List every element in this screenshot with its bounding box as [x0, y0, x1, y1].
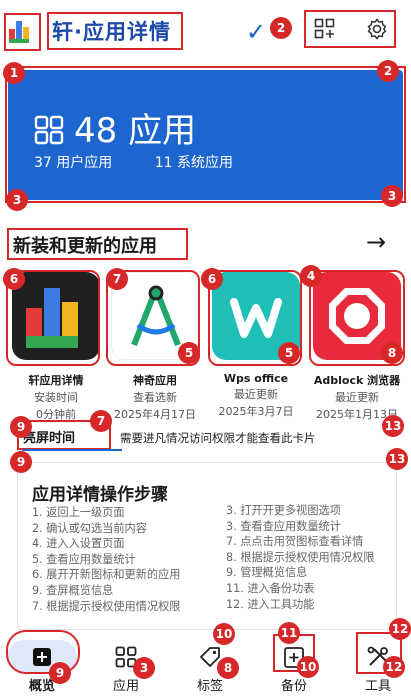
annotation-badge: 2 [270, 17, 292, 39]
system-apps-count: 11 系统应用 [154, 155, 233, 171]
annotation-frame [304, 10, 396, 48]
app-status: 安装时间 [34, 391, 78, 404]
annotation-badge: 11 [278, 622, 300, 644]
step-item: 9. 管理概览信息 [226, 566, 308, 580]
tab-label: 应用 [112, 679, 139, 694]
app-name: Adblock 浏览器 [313, 374, 401, 387]
app-status: 最近更新 [335, 391, 379, 404]
annotation-badge: 5 [178, 342, 200, 364]
annotation-badge: 9 [49, 662, 71, 684]
annotation-badge: 10 [297, 656, 319, 678]
step-item: 4. 进入入设置页面 [32, 537, 125, 551]
annotation-frame [7, 228, 188, 260]
permission-note: 需要进凡情况访问权限才能查看此卡片 [120, 431, 316, 445]
annotation-badge: 1 [3, 62, 25, 84]
steps-left-column: 1. 返回上一级页面 2. 确认或勾选当前内容 4. 进入入设置页面 5. 查看… [32, 505, 180, 614]
step-item: 3. 查看查应用数量统计 [226, 519, 341, 533]
step-item: 1. 返回上一级页面 [32, 506, 125, 519]
step-item: 11. 进入备份功表 [226, 581, 315, 595]
annotation-badge: 13 [386, 448, 408, 470]
annotation-badge: 2 [377, 60, 399, 82]
app-time: 2025年4月17日 [114, 408, 196, 421]
apps-count-text: 48 应用 [74, 111, 197, 151]
annotation-badge: 9 [10, 451, 32, 473]
step-item: 8. 根据提示授权使用情况权限 [226, 550, 375, 564]
annotation-badge: 5 [278, 342, 300, 364]
arrow-right-icon[interactable]: → [366, 228, 386, 256]
app-name: 神奇应用 [133, 374, 177, 387]
annotation-badge: 3 [133, 657, 155, 679]
annotation-badge: 6 [3, 268, 25, 290]
user-apps-count: 37 用户应用 [34, 155, 113, 171]
app-time: 2025年3月7日 [218, 405, 294, 418]
steps-title: 应用详情操作步骤 [32, 485, 168, 505]
app-status: 查看选新 [133, 391, 177, 404]
apps-count: 48 应用 [34, 103, 196, 152]
annotation-badge: 4 [300, 265, 322, 287]
tab-label: 标签 [196, 679, 223, 694]
annotation-frame [47, 12, 183, 50]
annotation-badge: 3 [6, 189, 28, 211]
annotation-frame [4, 13, 41, 51]
step-item: 12. 进入工具功能 [226, 597, 315, 611]
annotation-badge: 9 [10, 416, 32, 438]
tab-label: 备份 [280, 679, 307, 694]
annotation-badge: 12 [389, 618, 411, 640]
tab-label: 概览 [28, 679, 55, 694]
apps-breakdown: 37 用户应用 11 系统应用 [34, 152, 271, 172]
annotation-badge: 12 [383, 656, 405, 678]
annotation-badge: 13 [382, 415, 404, 437]
step-item: 7. 根据提示授权使用情况权限 [32, 599, 181, 613]
check-icon[interactable]: ✓ [246, 18, 266, 46]
annotation-badge: 7 [90, 410, 112, 432]
annotation-badge: 6 [201, 268, 223, 290]
annotation-badge: 10 [213, 623, 235, 645]
tab-label: 工具 [364, 679, 391, 694]
step-item: 6. 展开开新图标和更新的应用 [32, 568, 181, 582]
apps-grid-icon [34, 115, 64, 145]
steps-right-column: 3. 打开开更多视图选项 3. 查看查应用数量统计 7. 点点击用贺图标查看详情… [226, 503, 374, 612]
app-name: Wps office [223, 372, 289, 385]
annotation-badge: 8 [381, 342, 403, 364]
app-name: 轩应用详情 [28, 374, 84, 387]
tab-indicator [22, 449, 122, 451]
step-item: 9. 查屏概览信息 [32, 583, 114, 597]
annotation-badge: 7 [106, 268, 128, 290]
step-item: 2. 确认或勾选当前内容 [32, 521, 147, 535]
step-item: 7. 点点击用贺图标查看详情 [226, 535, 364, 549]
app-status: 最近更新 [234, 388, 278, 401]
step-item: 3. 打开开更多视图选项 [226, 504, 341, 517]
annotation-badge: 8 [217, 657, 239, 679]
step-item: 5. 查看应用数量统计 [32, 552, 136, 566]
annotation-badge: 3 [381, 185, 403, 207]
